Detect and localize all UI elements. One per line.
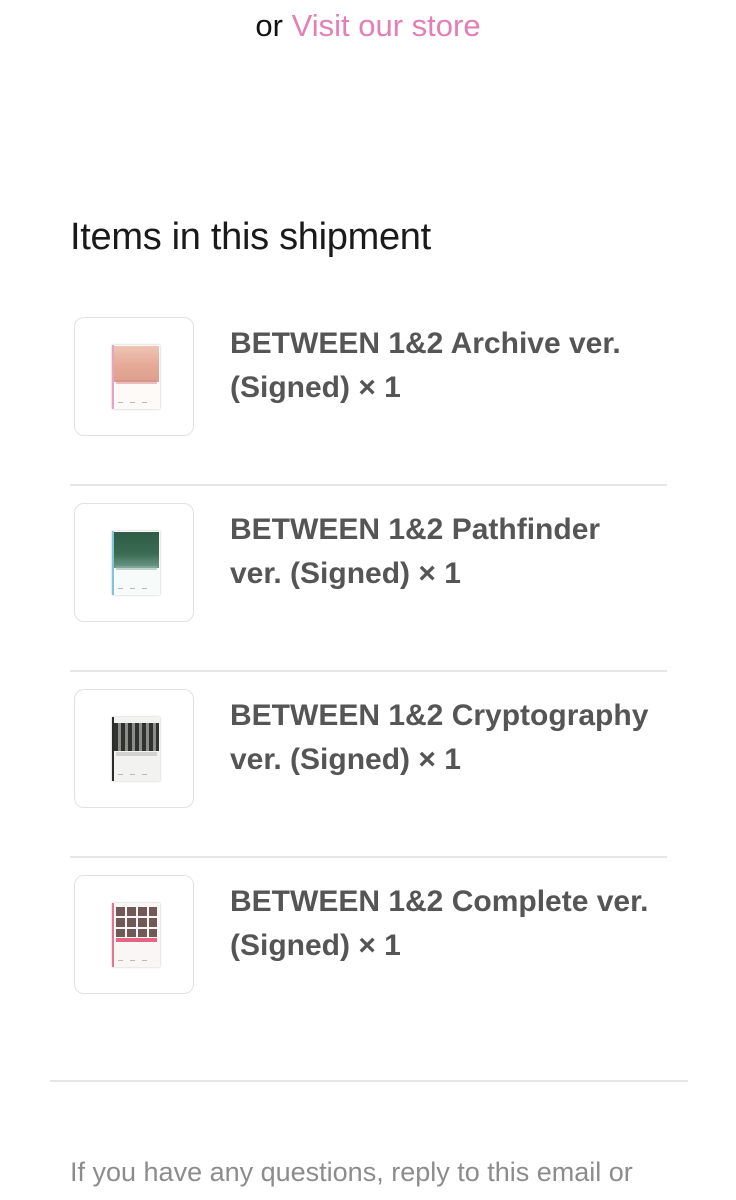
item-title: BETWEEN 1&2 Cryptography ver. (Signed) ×… — [230, 694, 670, 782]
section-divider — [50, 1080, 688, 1082]
album-cover-image — [112, 531, 160, 595]
item-title: BETWEEN 1&2 Archive ver. (Signed) × 1 — [230, 322, 670, 410]
footer-contact-text: If you have any questions, reply to this… — [70, 1157, 633, 1187]
shipment-item-pathfinder: BETWEEN 1&2 Pathfinder ver. (Signed) × 1 — [70, 486, 667, 672]
album-cover-image — [112, 345, 160, 409]
store-prefix: or — [255, 8, 283, 43]
item-name-line: BETWEEN 1&2 Complete ver. — [230, 885, 649, 918]
shipment-section-title: Items in this shipment — [70, 216, 431, 258]
shipment-item-cryptography: BETWEEN 1&2 Cryptography ver. (Signed) ×… — [70, 672, 667, 858]
item-variant-qty: (Signed) × 1 — [230, 371, 401, 404]
item-name-line: BETWEEN 1&2 Archive ver. — [230, 327, 621, 360]
album-cover-image — [112, 903, 160, 967]
item-thumbnail — [74, 317, 194, 436]
shipment-item-archive: BETWEEN 1&2 Archive ver. (Signed) × 1 — [70, 300, 667, 486]
visit-store-link[interactable]: Visit our store — [292, 8, 481, 43]
album-cover-image — [112, 717, 160, 781]
item-thumbnail — [74, 503, 194, 622]
shipment-item-complete: BETWEEN 1&2 Complete ver. (Signed) × 1 — [70, 858, 667, 1044]
item-name-line: BETWEEN 1&2 Pathfinder — [230, 513, 601, 546]
shipment-item-list: BETWEEN 1&2 Archive ver. (Signed) × 1 BE… — [70, 300, 667, 1044]
item-variant-qty: ver. (Signed) × 1 — [230, 557, 461, 590]
visit-store-line: or Visit our store — [0, 6, 736, 46]
item-thumbnail — [74, 875, 194, 994]
item-title: BETWEEN 1&2 Pathfinder ver. (Signed) × 1 — [230, 508, 670, 596]
item-variant-qty: (Signed) × 1 — [230, 929, 401, 962]
item-thumbnail — [74, 689, 194, 808]
item-variant-qty: ver. (Signed) × 1 — [230, 743, 461, 776]
item-title: BETWEEN 1&2 Complete ver. (Signed) × 1 — [230, 880, 670, 968]
item-name-line: BETWEEN 1&2 Cryptography — [230, 699, 649, 732]
